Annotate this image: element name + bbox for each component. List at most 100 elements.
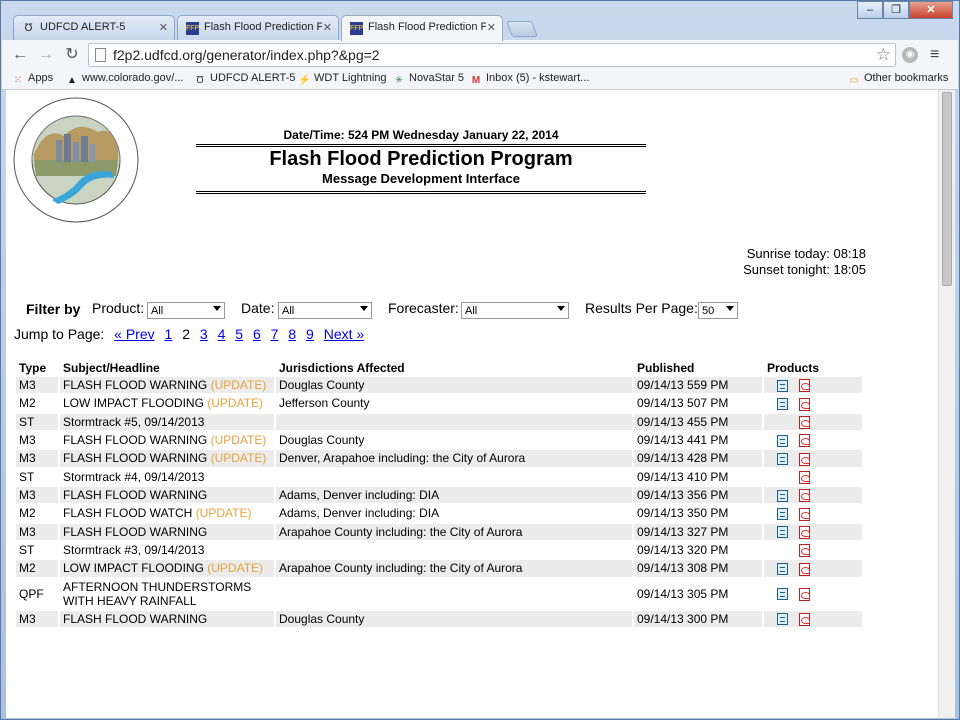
pdf-icon[interactable] xyxy=(799,470,810,484)
pdf-icon[interactable] xyxy=(799,415,810,429)
pdf-icon[interactable] xyxy=(799,379,810,393)
bookmark-star-icon[interactable]: ☆ xyxy=(876,45,891,65)
pdf-icon[interactable] xyxy=(799,434,810,448)
tab-udfcd-alert[interactable]: Ʊ UDFCD ALERT-5 ✕ xyxy=(13,15,175,41)
gmail-icon: M xyxy=(471,75,481,86)
table-row[interactable]: M2 LOW IMPACT FLOODING (UPDATE) Arapahoe C… xyxy=(16,560,862,577)
bookmark-udfcd[interactable]: Ʊ UDFCD ALERT-5 xyxy=(194,72,295,87)
product-select[interactable]: All xyxy=(147,302,225,319)
update-tag: (UPDATE) xyxy=(210,378,267,393)
results-per-page-select[interactable]: 50 xyxy=(698,302,738,319)
pdf-icon[interactable] xyxy=(799,612,810,626)
minimize-button[interactable]: – xyxy=(857,1,883,19)
pdf-icon[interactable] xyxy=(799,562,810,576)
document-icon[interactable] xyxy=(777,453,788,466)
page-link-3[interactable]: 3 xyxy=(200,326,208,342)
page-link-4[interactable]: 4 xyxy=(218,326,226,342)
document-icon[interactable] xyxy=(777,563,788,576)
maximize-button[interactable]: ❐ xyxy=(883,1,909,19)
bookmark-wdt[interactable]: ⚡ WDT Lightning xyxy=(298,72,387,87)
page-header: Date/Time: 524 PM Wednesday January 22, … xyxy=(196,128,646,194)
prev-page-link[interactable]: « Prev xyxy=(114,326,154,342)
table-row[interactable]: ST Stormtrack #5, 09/14/2013 09/14/13 455 … xyxy=(16,413,862,430)
pdf-icon[interactable] xyxy=(799,587,810,601)
results-table: Type Subject/Headline Jurisdictions Affe… xyxy=(14,359,864,629)
cell-type: M2 xyxy=(19,506,36,521)
pdf-icon[interactable] xyxy=(799,544,810,558)
bookmark-apps[interactable]: ⁙ Apps xyxy=(12,72,53,87)
bookmark-label: WDT Lightning xyxy=(314,72,387,84)
bookmark-novastar[interactable]: ✳ NovaStar 5 xyxy=(393,72,464,87)
scrollbar-thumb[interactable] xyxy=(942,92,952,286)
address-bar[interactable]: f2p2.udfcd.org/generator/index.php?&pg=2… xyxy=(88,43,896,67)
next-page-link[interactable]: Next » xyxy=(324,326,364,342)
table-row[interactable]: QPF AFTERNOON THUNDERSTORMS WITH HEAVY RA… xyxy=(16,579,862,609)
document-icon[interactable] xyxy=(777,434,788,447)
table-body: M3 FLASH FLOOD WARNING (UPDATE) Douglas Co… xyxy=(16,377,862,627)
page-link-1[interactable]: 1 xyxy=(165,326,173,342)
table-row[interactable]: M3 FLASH FLOOD WARNING Adams, Denver inclu… xyxy=(16,486,862,504)
page-link-6[interactable]: 6 xyxy=(253,326,261,342)
column-header-subject: Subject/Headline xyxy=(63,361,160,375)
subject-text: FLASH FLOOD WARNING xyxy=(63,488,208,503)
page-link-7[interactable]: 7 xyxy=(271,326,279,342)
cell-products xyxy=(764,450,862,467)
table-row[interactable]: M3 FLASH FLOOD WARNING Arapahoe County inc… xyxy=(16,523,862,540)
forecaster-select[interactable]: All xyxy=(461,302,569,319)
ffp-logo-icon: FFP xyxy=(186,22,199,35)
date-select[interactable]: All xyxy=(278,302,372,319)
document-icon[interactable] xyxy=(777,526,788,539)
table-row[interactable]: M3 FLASH FLOOD WARNING Douglas County 09/14… xyxy=(16,610,862,627)
cell-subject: FLASH FLOOD WARNING xyxy=(60,486,274,504)
bookmark-other[interactable]: ▭ Other bookmarks xyxy=(848,72,948,87)
extension-icon[interactable]: ◉ xyxy=(902,47,918,63)
pdf-icon[interactable] xyxy=(799,397,810,411)
document-icon[interactable] xyxy=(777,398,788,411)
pdf-icon[interactable] xyxy=(799,489,810,503)
back-arrow-icon[interactable]: ← xyxy=(10,45,30,65)
tab-title: Flash Flood Prediction Pro xyxy=(204,21,322,33)
bookmark-colorado[interactable]: ▲ www.colorado.gov/... xyxy=(66,72,183,87)
page-link-9[interactable]: 9 xyxy=(306,326,314,342)
menu-icon[interactable]: ≡ xyxy=(930,46,939,64)
results-per-page-value: 50 xyxy=(702,305,715,317)
close-icon[interactable]: ✕ xyxy=(159,21,168,34)
document-icon[interactable] xyxy=(777,379,788,392)
close-icon[interactable]: ✕ xyxy=(487,21,496,34)
tab-ffp-1[interactable]: FFP Flash Flood Prediction Pro ✕ xyxy=(177,15,339,41)
new-tab-button[interactable] xyxy=(506,21,538,37)
forward-arrow-icon[interactable]: → xyxy=(36,45,56,65)
table-row[interactable]: M2 FLASH FLOOD WATCH (UPDATE) Adams, Denve… xyxy=(16,505,862,521)
document-icon[interactable] xyxy=(777,489,788,502)
cell-type: M3 xyxy=(16,610,58,627)
novastar-icon: ✳ xyxy=(394,75,404,86)
vertical-scrollbar[interactable] xyxy=(938,90,955,718)
document-icon[interactable] xyxy=(777,613,788,626)
cell-subject: FLASH FLOOD WARNING xyxy=(60,610,274,627)
close-window-button[interactable]: ✕ xyxy=(909,1,953,19)
table-row[interactable]: ST Stormtrack #3, 09/14/2013 09/14/13 320 … xyxy=(16,542,862,558)
close-icon[interactable]: ✕ xyxy=(323,21,332,34)
bookmark-inbox[interactable]: M Inbox (5) - kstewart... xyxy=(470,72,589,87)
tab-ffp-active[interactable]: FFP Flash Flood Prediction Pro ✕ xyxy=(341,15,503,41)
table-row[interactable]: ST Stormtrack #4, 09/14/2013 09/14/13 410 … xyxy=(16,469,862,485)
pdf-icon[interactable] xyxy=(799,507,810,521)
apps-grid-icon: ⁙ xyxy=(13,75,23,86)
tab-strip: Ʊ UDFCD ALERT-5 ✕ FFP Flash Flood Predic… xyxy=(1,1,959,41)
pdf-icon[interactable] xyxy=(799,525,810,539)
chevron-down-icon xyxy=(726,306,734,311)
table-row[interactable]: M3 FLASH FLOOD WARNING (UPDATE) Douglas Co… xyxy=(16,377,862,394)
table-row[interactable]: M3 FLASH FLOOD WARNING (UPDATE) Denver, Ar… xyxy=(16,450,862,467)
pdf-icon[interactable] xyxy=(799,452,810,466)
page-link-5[interactable]: 5 xyxy=(235,326,243,342)
reload-icon[interactable]: ↻ xyxy=(62,45,82,65)
cell-subject: LOW IMPACT FLOODING (UPDATE) xyxy=(60,560,274,577)
table-row[interactable]: M3 FLASH FLOOD WARNING (UPDATE) Douglas Co… xyxy=(16,432,862,448)
document-icon[interactable] xyxy=(777,508,788,521)
column-header-type: Type xyxy=(19,361,47,375)
document-icon[interactable] xyxy=(777,588,788,601)
page-link-8[interactable]: 8 xyxy=(288,326,296,342)
table-row[interactable]: M2 LOW IMPACT FLOODING (UPDATE) Jefferson … xyxy=(16,395,862,411)
cell-type: M3 xyxy=(16,377,58,394)
cell-published: 09/14/13 305 PM xyxy=(637,586,729,601)
